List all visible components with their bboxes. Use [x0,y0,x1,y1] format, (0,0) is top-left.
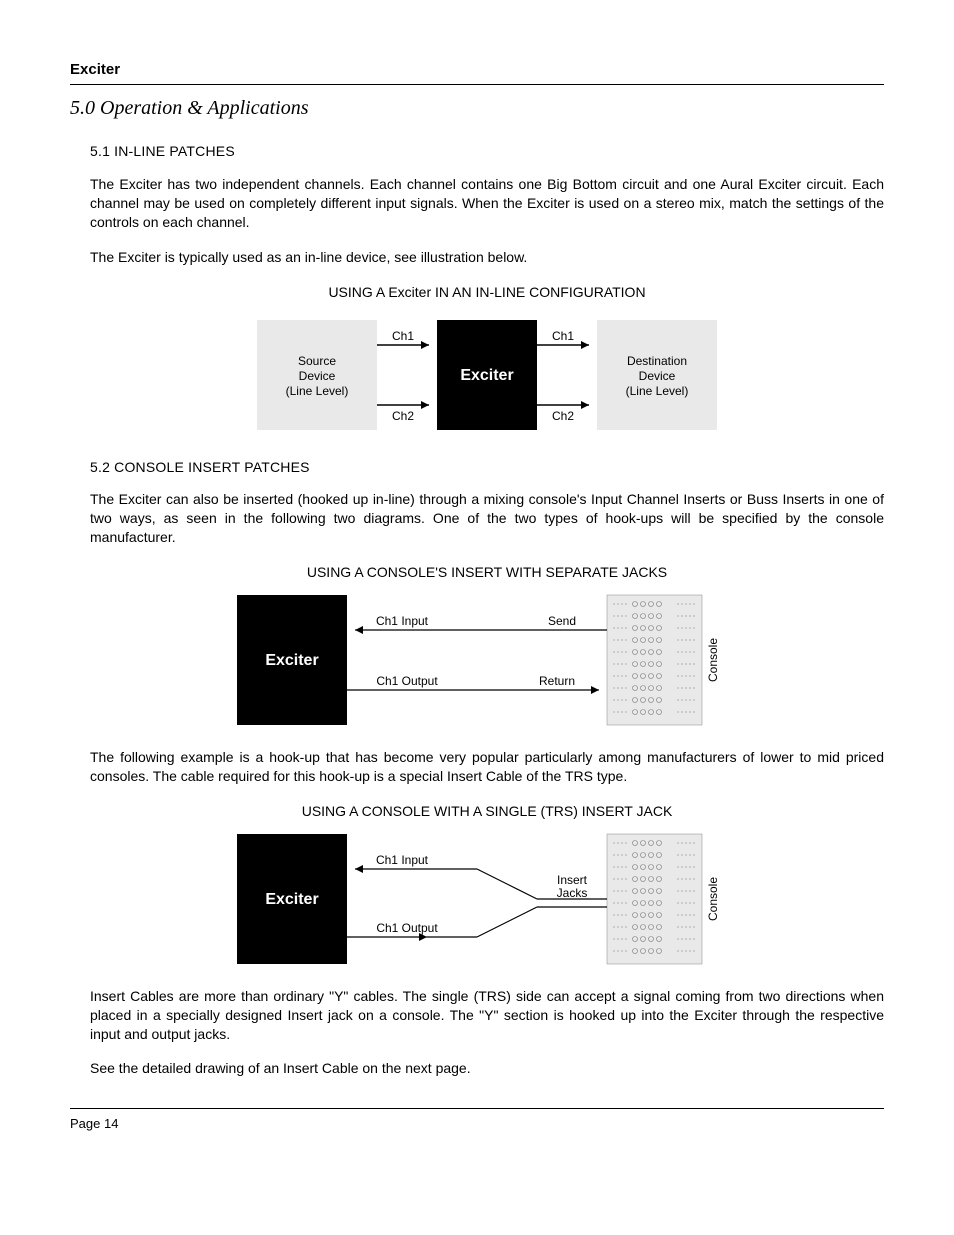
exciter-label: Exciter [265,891,318,908]
top-rule [70,84,884,85]
arrow-right-icon [421,401,429,409]
source-line2: Device [299,369,336,383]
bottom-rule [70,1108,884,1109]
body-column: 5.1 IN-LINE PATCHES The Exciter has two … [90,142,884,1078]
console-icon [607,595,702,725]
ch1-input-label: Ch1 Input [376,614,429,628]
diagram-inline-config: Source Device (Line Level) Exciter Desti… [257,310,717,440]
subheading-5-1: 5.1 IN-LINE PATCHES [90,142,884,161]
ch1-output-label: Ch1 Output [376,674,438,688]
source-line1: Source [298,354,336,368]
send-label: Send [548,614,576,628]
console-label: Console [706,638,720,682]
subheading-5-2: 5.2 CONSOLE INSERT PATCHES [90,458,884,477]
console-icon [607,834,702,964]
arrow-right-icon [591,686,599,694]
page-number: Page 14 [70,1115,884,1133]
exciter-label: Exciter [460,367,513,384]
ch1-label: Ch1 [392,329,414,343]
return-label: Return [539,674,575,688]
ch2-label-r: Ch2 [552,409,574,423]
section-heading: 5.0 Operation & Applications [70,95,884,122]
paragraph: The Exciter has two independent channels… [90,175,884,232]
insert-label-2: Jacks [557,886,588,900]
arrow-left-icon [355,865,363,873]
ch1-label-r: Ch1 [552,329,574,343]
ch2-label: Ch2 [392,409,414,423]
arrow-right-icon [421,341,429,349]
arrow-right-icon [581,341,589,349]
arrow-left-icon [355,626,363,634]
dest-line3: (Line Level) [626,384,689,398]
dest-line2: Device [639,369,676,383]
ch1-output-label: Ch1 Output [376,921,438,935]
ch1-input-label: Ch1 Input [376,853,429,867]
diagram-3-title: USING A CONSOLE WITH A SINGLE (TRS) INSE… [90,802,884,821]
dest-line1: Destination [627,354,687,368]
header-title: Exciter [70,60,884,80]
exciter-label: Exciter [265,652,318,669]
paragraph: See the detailed drawing of an Insert Ca… [90,1059,884,1078]
paragraph: Insert Cables are more than ordinary "Y"… [90,987,884,1044]
paragraph: The Exciter is typically used as an in-l… [90,248,884,267]
console-label: Console [706,876,720,920]
paragraph: The following example is a hook-up that … [90,748,884,786]
diagram-trs-insert: Exciter [237,829,737,969]
source-line3: (Line Level) [286,384,349,398]
insert-label-1: Insert [557,873,588,887]
diagram-separate-jacks: Exciter [237,590,737,730]
arrow-right-icon [581,401,589,409]
diagram-1-title: USING A Exciter IN AN IN-LINE CONFIGURAT… [90,283,884,302]
diagram-2-title: USING A CONSOLE'S INSERT WITH SEPARATE J… [90,563,884,582]
paragraph: The Exciter can also be inserted (hooked… [90,490,884,547]
